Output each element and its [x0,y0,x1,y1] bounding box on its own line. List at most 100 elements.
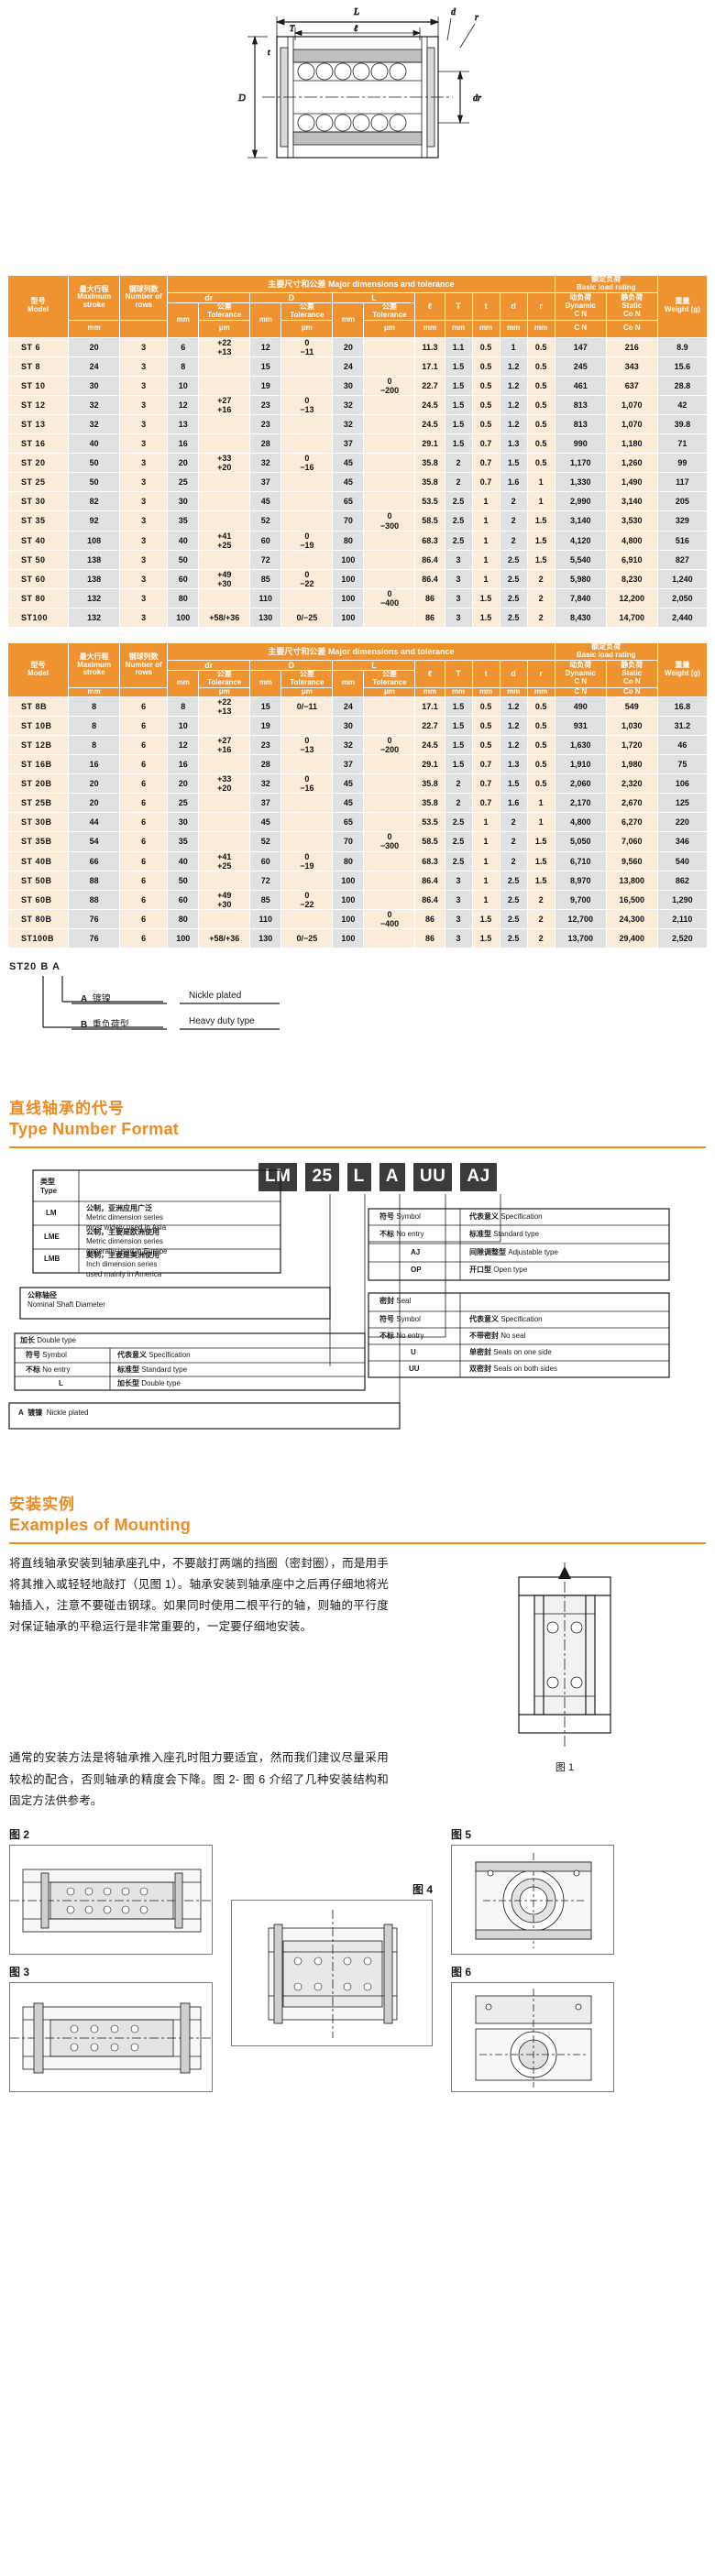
spec-table-heavy-duty: 型号 Model 最大行程 Maximum stroke 钢球列数 Number… [6,642,709,948]
cell-Co: 549 [605,696,658,718]
cell-Dtol: 0 −13 [280,395,334,416]
cell-t: 1 [471,889,500,910]
mounting-body: 将直线轴承安装到轴承座孔中，不要敲打两端的挡圈（密封圈），而是用手将其推入或轻轻… [0,1553,715,1812]
th2-load-rating: 额定负荷 Basic load rating [554,642,658,661]
figure-4-caption: 图 4 [412,1882,433,1896]
cell-nrows: 3 [119,608,169,629]
cell-D: 85 [249,568,282,589]
cell-L: 100 [332,549,365,570]
cell-l: 29.1 [414,754,446,775]
cell-Co: 343 [605,356,658,377]
cell-l: 86 [414,587,446,609]
cell-Ltol [363,472,416,493]
cell-W: 8.9 [656,336,709,357]
cell-Co: 12,200 [605,587,658,609]
cell-T: 2.5 [444,831,473,852]
cell-Co: 3,530 [605,510,658,532]
cell-model: ST 35 [6,510,70,532]
cell-stroke: 20 [68,336,121,357]
cell-W: 1,290 [656,889,709,910]
cell-model: ST 6 [6,336,70,357]
cell-W: 46 [656,735,709,756]
cell-T: 1.5 [444,696,473,718]
spec-table-1-wrapper: 型号 Model 最大行程 Maximum stroke 钢球列数 Number… [0,275,715,629]
st-legend-row-b-sym-cn: B 重负荷型 [81,1019,129,1030]
cell-Ltol [363,870,416,891]
cell-W: 71 [656,433,709,455]
cell-l: 17.1 [414,696,446,718]
cell-Dtol [280,908,334,929]
cell-r: 0.5 [526,336,556,357]
cell-W: 99 [656,453,709,474]
section-divider-2 [9,1541,706,1544]
cell-Dtol: 0 −19 [280,850,334,871]
cell-Ltol [363,549,416,570]
cell-dr: 60 [167,889,200,910]
cell-Ltol [363,716,416,737]
cell-Dtol: 0 −13 [280,735,334,756]
cell-d: 2.5 [499,870,528,891]
cell-L: 32 [332,395,365,416]
cell-Ltol [363,850,416,871]
cell-d: 1.2 [499,735,528,756]
cell-C: 3,140 [554,510,607,532]
cell-model: ST 13 [6,414,70,435]
cell-L: 32 [332,735,365,756]
cell-T: 2.5 [444,812,473,833]
cell-Dtol [280,472,334,493]
double-row-1-sym: L [59,1378,63,1387]
cell-Ltol: 0 −200 [363,735,416,756]
cell-nrows: 3 [119,375,169,397]
cell-L: 45 [332,793,365,814]
th-L-tol: 公差 Tolerance [363,301,416,321]
th-static-unit: Co N [605,319,658,338]
cell-D: 12 [249,336,282,357]
th-weight: 重量 Weight (g) [656,275,709,338]
seal-block-title: 密封 Seal [380,1296,412,1305]
symbol-head-spec: 代表意义 Specification [469,1211,543,1221]
cell-t: 0.7 [471,773,500,795]
cell-stroke: 50 [68,453,121,474]
cell-D: 72 [249,549,282,570]
cell-r: 0.5 [526,414,556,435]
figure-6-caption: 图 6 [451,1965,472,1979]
cell-stroke: 76 [68,927,121,948]
cell-T: 2.5 [444,850,473,871]
cell-Ltol [363,530,416,551]
cell-Ltol: 0 −200 [363,375,416,397]
cell-r: 1.5 [526,530,556,551]
cell-d: 1.3 [499,433,528,455]
cell-dr: 50 [167,549,200,570]
cell-T: 1.5 [444,375,473,397]
svg-text:d: d [451,7,456,17]
figure-2-caption: 图 2 [9,1827,30,1841]
cell-nrows: 3 [119,587,169,609]
cell-stroke: 88 [68,889,121,910]
table-header-2: 型号 Model 最大行程 Maximum stroke 钢球列数 Number… [6,642,709,697]
cell-L: 30 [332,716,365,737]
cell-model: ST 35B [6,831,70,852]
cell-Ltol [363,696,416,718]
cell-nrows: 6 [119,850,169,871]
cell-Dtol: 0/−25 [280,608,334,629]
cell-dr: 20 [167,773,200,795]
cell-drtol: +49 +30 [198,568,251,589]
th-major-dimensions: 主要尺寸和公差 Major dimensions and tolerance [167,275,556,293]
cell-L: 100 [332,870,365,891]
cell-W: 2,110 [656,908,709,929]
cell-dr: 8 [167,696,200,718]
cell-W: 39.8 [656,414,709,435]
type-number-format-diagram: LM 25 L A UU AJ 类型 Type LM 公制，亚洲应用广泛 Met… [0,1154,715,1484]
cell-model: ST 30 [6,491,70,512]
cell-dr: 10 [167,716,200,737]
datasheet-page: L ℓ d r T t D dr 型号 Model 最大行程 Maximum s… [0,0,715,2220]
cell-drtol [198,870,251,891]
cell-L: 45 [332,773,365,795]
cell-L: 100 [332,927,365,948]
cell-T: 1.1 [444,336,473,357]
figure-4: 图 4 [231,1881,433,2051]
cell-stroke: 54 [68,831,121,852]
cell-dr: 80 [167,908,200,929]
cell-t: 1 [471,812,500,833]
table-row: ST 80 132 3 80 110 100 0 −400 86 3 1.5 2.5 2 7,840 12,… [6,587,709,609]
